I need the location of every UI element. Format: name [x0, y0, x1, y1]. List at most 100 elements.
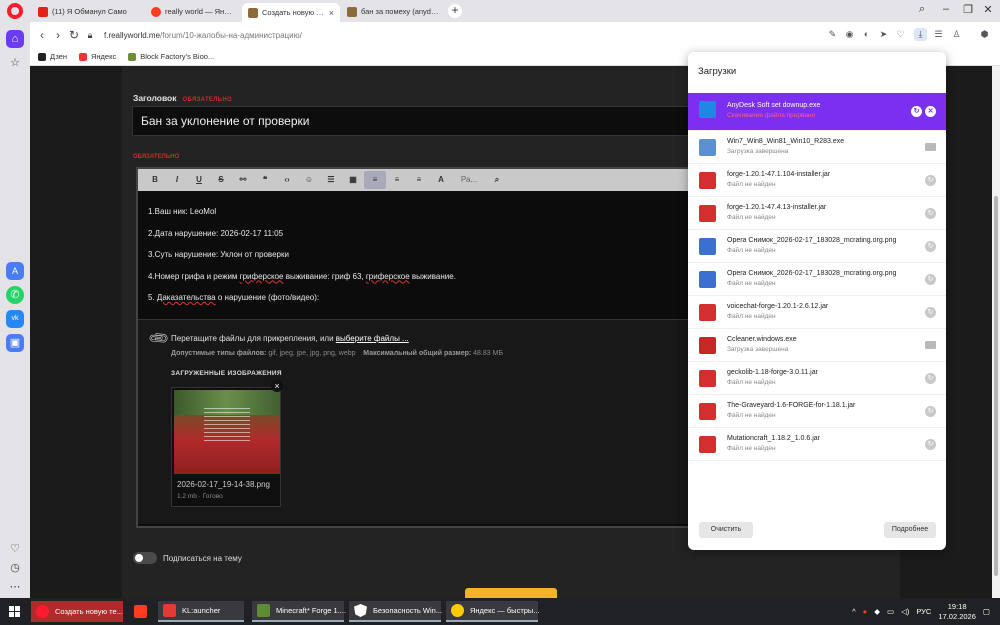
bookmark-yandex[interactable]: Яндекс [79, 52, 116, 61]
whatsapp-icon[interactable]: ✆ [6, 286, 24, 304]
taskbar-yandex[interactable] [129, 601, 155, 622]
history-icon[interactable]: ◷ [6, 559, 24, 577]
new-tab-button[interactable]: + [448, 4, 462, 18]
align-left-icon[interactable]: ≡ [364, 171, 386, 189]
download-icon[interactable]: ⤓ [914, 28, 927, 41]
download-item[interactable]: AnyDesk Soft set downup.exe Скачивание фа… [688, 93, 946, 131]
preview-icon[interactable]: ⌕ [486, 171, 508, 189]
download-item[interactable]: Opera Снимок_2026-02-17_183028_mcrating.… [688, 230, 946, 263]
choose-files-link[interactable]: выберите файлы ... [336, 334, 409, 343]
windows-start-icon[interactable] [9, 606, 20, 617]
profile-icon[interactable]: ♙ [950, 28, 963, 41]
more-downloads-button[interactable]: Подробнее [884, 522, 936, 538]
bookmark-dzen[interactable]: Дзен [38, 52, 67, 61]
tab-yandex[interactable]: really world — Яндекс на [145, 3, 241, 20]
retry-download-icon[interactable]: ↻ [925, 175, 936, 186]
download-item[interactable]: voicechat-forge-1.20.1-2.6.12.jar Файл не… [688, 296, 946, 329]
vk-icon[interactable]: vk [6, 310, 24, 328]
quote-icon[interactable]: ❝ [254, 171, 276, 189]
camera-icon[interactable]: ◉ [843, 28, 856, 41]
taskbar-security[interactable]: Безопасность Win... [349, 601, 442, 622]
download-item[interactable]: Win7_Win8_Win81_Win10_R283.exe Загрузка з… [688, 131, 946, 164]
retry-download-icon[interactable]: ↻ [925, 373, 936, 384]
close-window-button[interactable]: ✕ [980, 3, 996, 16]
send-icon[interactable]: ➤ [877, 28, 890, 41]
download-item[interactable]: geckolib-1.18-forge-3.0.11.jar Файл не на… [688, 362, 946, 395]
uploaded-image-thumbnail[interactable] [174, 390, 280, 474]
aria-icon[interactable]: A [6, 262, 24, 280]
cancel-download-icon[interactable]: ✕ [925, 106, 936, 117]
retry-download-icon[interactable]: ↻ [925, 406, 936, 417]
tray-chevron-icon[interactable]: ^ [852, 607, 856, 616]
open-folder-icon[interactable] [925, 341, 936, 349]
retry-download-icon[interactable]: ↻ [925, 241, 936, 252]
font-size-icon[interactable]: A [430, 171, 452, 189]
download-item[interactable]: Mutationcraft_1.18.2_1.0.6.jar Файл не на… [688, 428, 946, 461]
opera-logo-icon[interactable] [7, 3, 23, 19]
download-item[interactable]: Ccleaner.windows.exe Загрузка завершена [688, 329, 946, 362]
uploaded-image-card[interactable]: 2026-02-17_19-14-38.png 1.2 mb · Готово [171, 387, 281, 507]
clock[interactable]: 19:18 17.02.2026 [938, 602, 976, 622]
download-item[interactable]: forge-1.20.1-47.4.13-installer.jar Файл н… [688, 197, 946, 230]
tray-network-icon[interactable]: ▭ [887, 607, 894, 616]
taskbar-klauncher[interactable]: KL:auncher [158, 601, 244, 622]
retry-download-icon[interactable]: ↻ [925, 208, 936, 219]
tray-yandex-icon[interactable]: ● [863, 607, 868, 616]
search-tabs-icon[interactable]: ⌕ [914, 3, 930, 16]
heart-icon[interactable]: ♡ [6, 540, 24, 558]
star-icon[interactable]: ☆ [6, 54, 24, 72]
retry-download-icon[interactable]: ↻ [911, 106, 922, 117]
edit-icon[interactable]: ✎ [826, 28, 839, 41]
language-indicator[interactable]: РУС [916, 607, 931, 616]
download-item[interactable]: forge-1.20.1-47.1.104-installer.jar Файл … [688, 164, 946, 197]
retry-download-icon[interactable]: ↻ [925, 439, 936, 450]
subscribe-toggle[interactable] [133, 552, 157, 564]
reload-icon[interactable]: ↻ [66, 28, 82, 42]
vpn-icon[interactable]: ◐ [860, 28, 873, 41]
clear-downloads-button[interactable]: Очистить [699, 522, 753, 538]
back-icon[interactable]: ‹ [34, 28, 50, 42]
bookmark-block-factory[interactable]: Block Factory's Bioo... [128, 52, 214, 61]
tab-youtube[interactable]: (11) Я Обманул Само [32, 3, 144, 20]
maximize-button[interactable]: ❐ [960, 3, 976, 16]
submit-button[interactable] [465, 588, 557, 598]
tray-app-icon[interactable]: ◆ [874, 607, 880, 616]
forward-icon[interactable]: › [50, 28, 66, 42]
title-input[interactable]: Бан за уклонение от проверки [132, 106, 692, 136]
retry-download-icon[interactable]: ↻ [925, 274, 936, 285]
more-icon[interactable]: ⋯ [6, 578, 24, 596]
font-family-select[interactable]: Ра... [452, 171, 486, 189]
home-icon[interactable]: ⌂ [6, 30, 24, 48]
smiley-icon[interactable]: ☺ [298, 171, 320, 189]
taskbar-yandex-search[interactable]: Яндекс — быстры... [446, 601, 540, 622]
page-scrollbar[interactable] [992, 66, 1000, 598]
remove-image-icon[interactable]: × [271, 380, 283, 392]
code-icon[interactable]: ‹› [276, 171, 298, 189]
subscribe-toggle-row[interactable]: Подписаться на тему [133, 552, 242, 564]
italic-button[interactable]: I [166, 171, 188, 189]
close-tab-icon[interactable]: × [329, 8, 334, 18]
taskbar-minecraft[interactable]: Minecraft* Forge 1.... [252, 601, 346, 622]
bold-button[interactable]: B [144, 171, 166, 189]
cube-icon[interactable]: ⬢ [978, 28, 991, 41]
notifications-icon[interactable]: ▢ [983, 607, 990, 616]
image-icon[interactable]: ▦ [342, 171, 364, 189]
align-right-icon[interactable]: ≡ [408, 171, 430, 189]
underline-button[interactable]: U [188, 171, 210, 189]
wallet-icon[interactable]: ▣ [6, 334, 24, 352]
strike-button[interactable]: S [210, 171, 232, 189]
download-item[interactable]: The-Graveyard-1.6-FORGE-for-1.18.1.jar Фа… [688, 395, 946, 428]
tab-create-topic[interactable]: Создать новую тему - Re × [242, 3, 340, 22]
url-field[interactable]: f.reallyworld.me/forum/10-жалобы-на-адми… [104, 31, 302, 40]
retry-download-icon[interactable]: ↻ [925, 307, 936, 318]
list-icon[interactable]: ☰ [320, 171, 342, 189]
align-center-icon[interactable]: ≡ [386, 171, 408, 189]
heart-icon[interactable]: ♡ [894, 28, 907, 41]
attachment-area[interactable]: 📎︎ Перетащите файлы для прикрепления, ил… [138, 319, 694, 524]
minimize-button[interactable]: – [938, 3, 954, 15]
open-folder-icon[interactable] [925, 143, 936, 151]
tray-volume-icon[interactable]: ◁) [901, 607, 909, 616]
download-item[interactable]: Opera Снимок_2026-02-17_183028_mcrating.… [688, 263, 946, 296]
easy-setup-icon[interactable]: ☰ [932, 28, 945, 41]
scrollbar-thumb[interactable] [994, 196, 998, 576]
